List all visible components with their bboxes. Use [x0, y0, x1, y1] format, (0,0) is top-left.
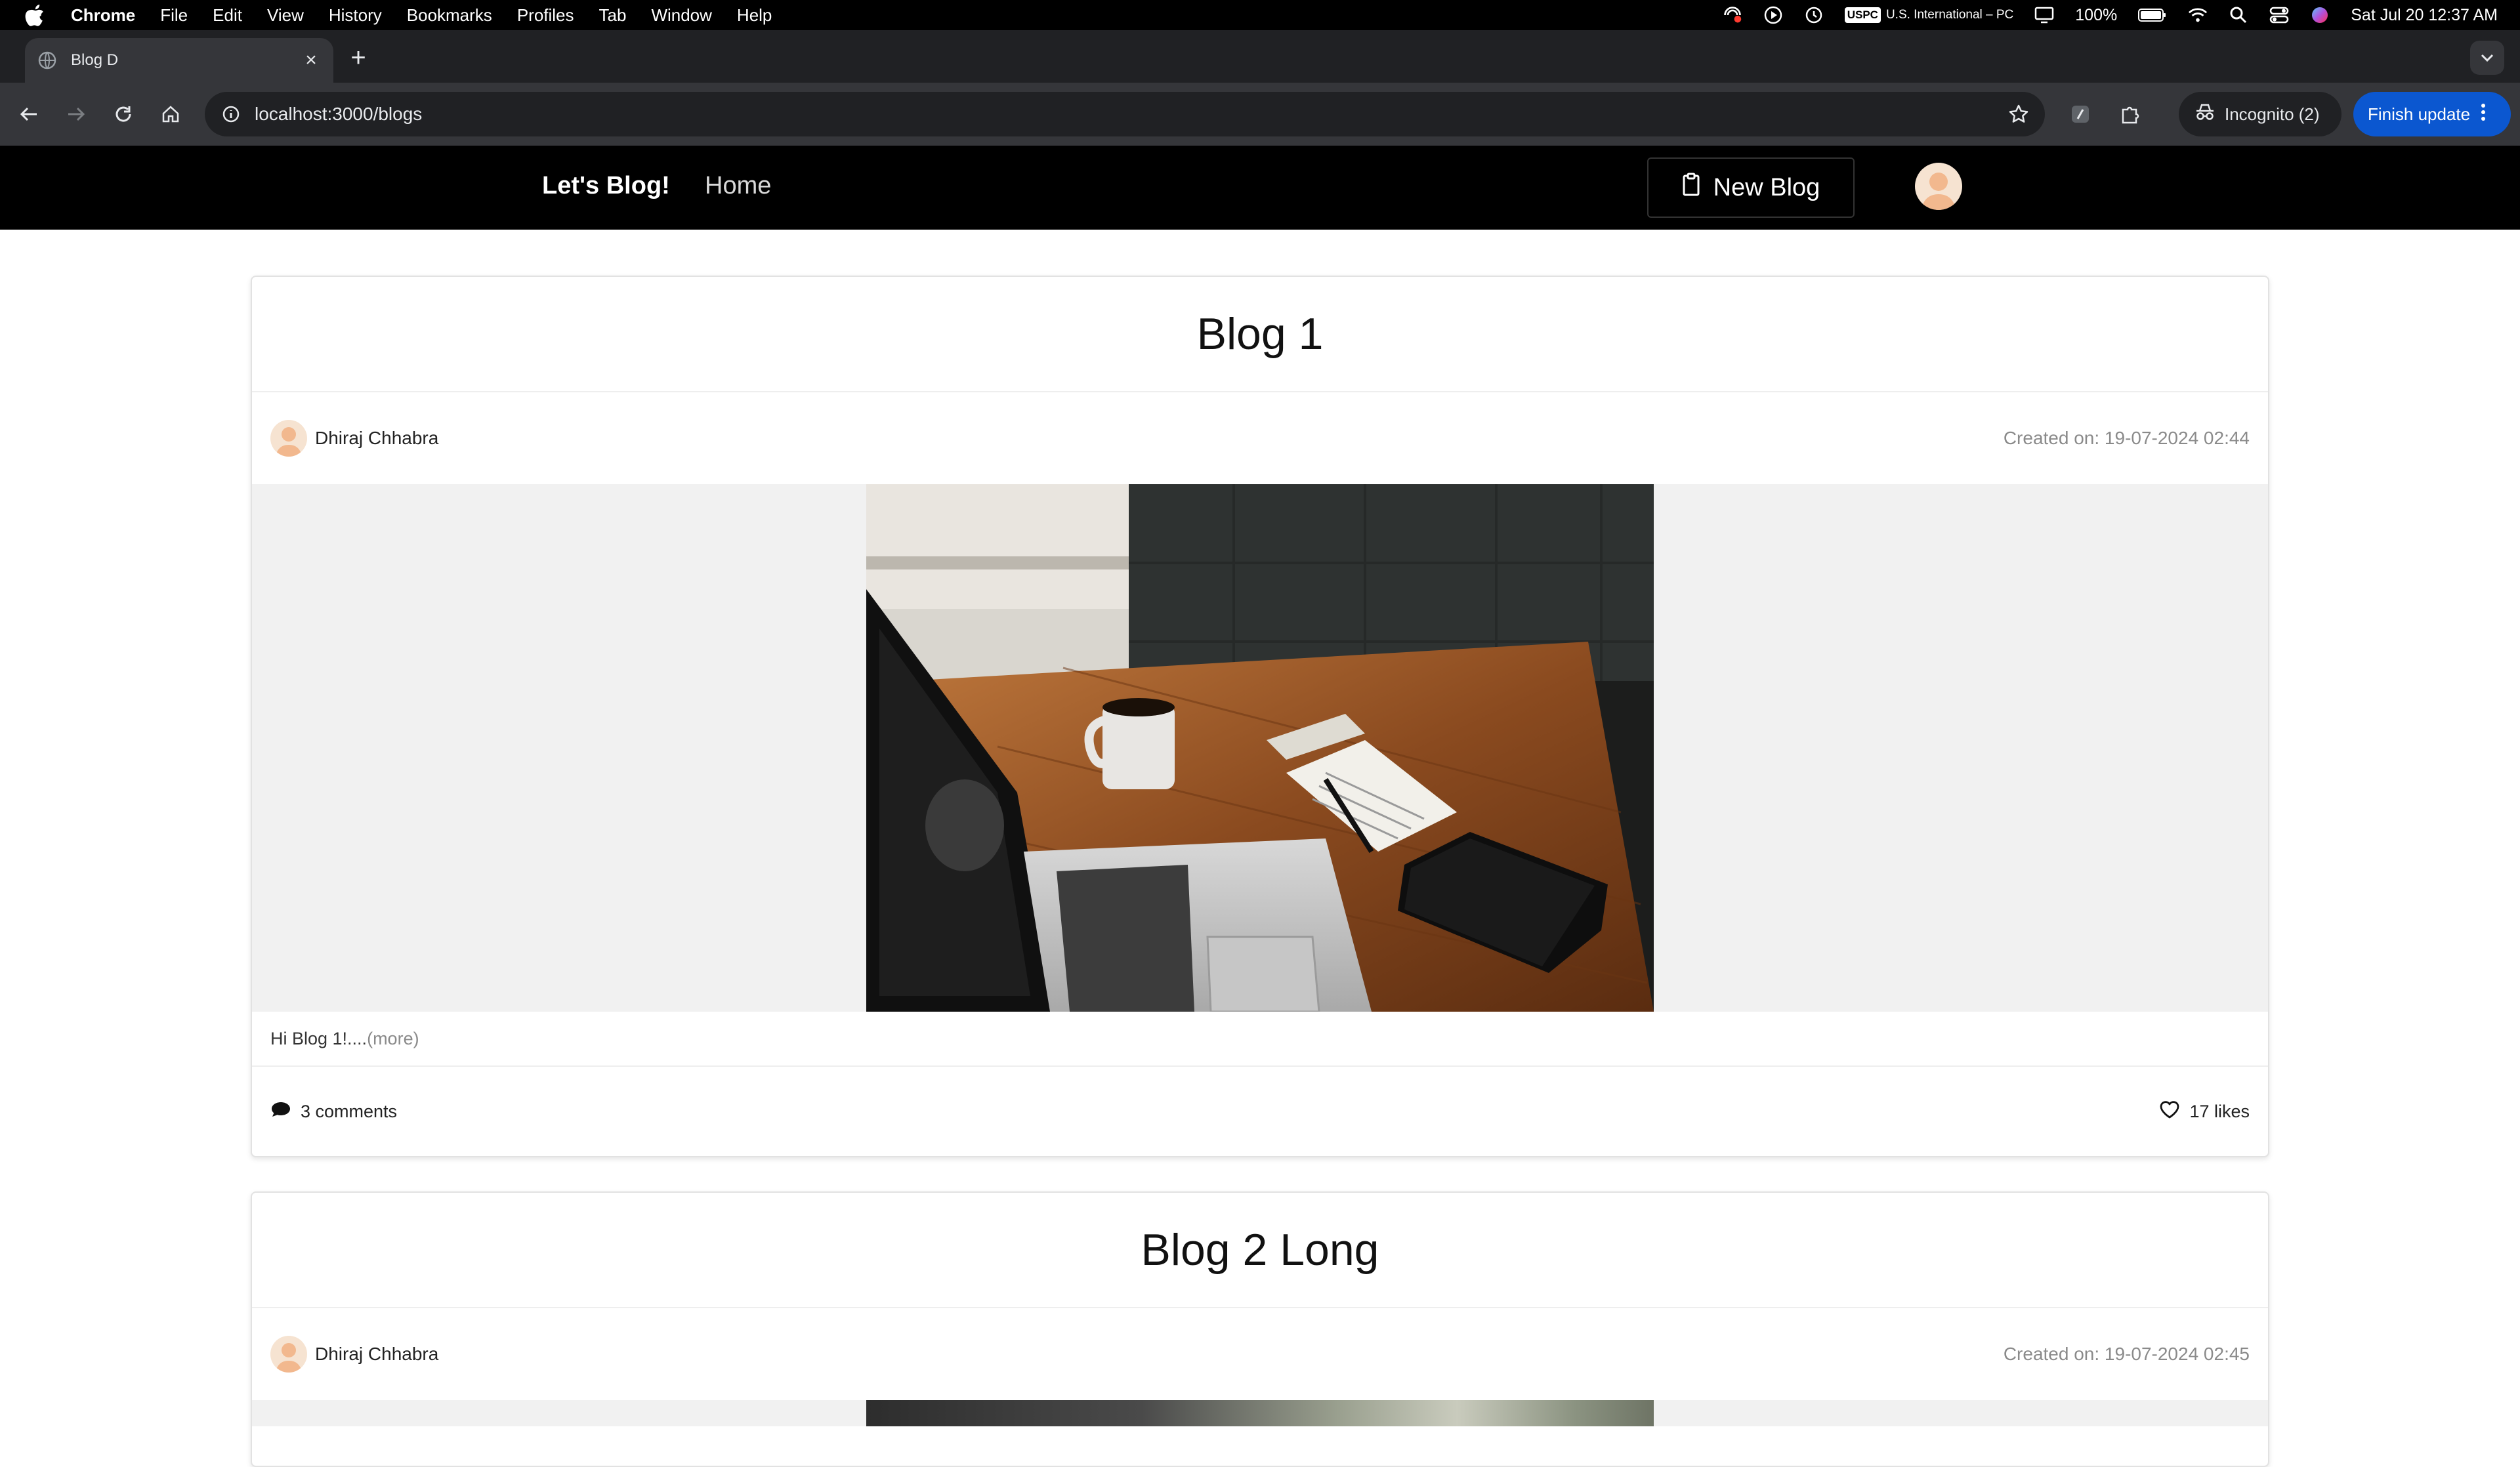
blog-title[interactable]: Blog 1 — [252, 277, 2268, 392]
new-tab-plus-icon[interactable]: + — [344, 43, 373, 72]
home-nav-link[interactable]: Home — [705, 172, 771, 200]
incognito-icon — [2194, 103, 2216, 126]
comments-count: 3 comments — [301, 1101, 398, 1121]
excerpt-text: Hi Blog 1!.... — [270, 1028, 368, 1048]
extension-pen-icon[interactable] — [2065, 98, 2096, 130]
tab-blog-d[interactable]: Blog D × — [25, 38, 333, 83]
blog-meta: Dhiraj Chhabra Created on: 19-07-2024 02… — [252, 392, 2268, 484]
heart-outline-icon — [2159, 1100, 2180, 1124]
menu-app-chrome[interactable]: Chrome — [71, 5, 135, 26]
siri-icon[interactable] — [2310, 5, 2330, 25]
time-machine-icon[interactable] — [1804, 5, 1824, 25]
app-navbar: Let's Blog! Home New Blog — [0, 146, 2520, 230]
finish-update-label: Finish update — [2368, 104, 2471, 124]
author-avatar — [270, 1336, 307, 1373]
blog-footer: 3 comments 17 likes — [252, 1067, 2268, 1156]
blog-cover-photo — [866, 1400, 1654, 1426]
forward-arrow-icon[interactable] — [58, 96, 94, 133]
more-vertical-icon — [2481, 103, 2486, 126]
created-date: Created on: 19-07-2024 02:45 — [2003, 1344, 2250, 1364]
user-avatar[interactable] — [1915, 163, 1962, 210]
menu-file[interactable]: File — [160, 5, 188, 26]
blog-meta: Dhiraj Chhabra Created on: 19-07-2024 02… — [252, 1308, 2268, 1400]
menu-view[interactable]: View — [267, 5, 304, 26]
control-center-icon[interactable] — [2269, 5, 2289, 25]
menu-help[interactable]: Help — [737, 5, 772, 26]
menu-bookmarks[interactable]: Bookmarks — [407, 5, 492, 26]
extensions-puzzle-icon[interactable] — [2114, 98, 2146, 130]
tab-close-icon[interactable]: × — [298, 47, 324, 73]
menu-history[interactable]: History — [329, 5, 382, 26]
blog-author[interactable]: Dhiraj Chhabra — [270, 1336, 438, 1373]
blog-image-area — [252, 1400, 2268, 1426]
comment-bubble-icon — [270, 1100, 291, 1123]
clipboard-icon — [1682, 173, 1700, 203]
created-date: Created on: 19-07-2024 02:44 — [2003, 428, 2250, 448]
battery-icon[interactable] — [2138, 5, 2167, 25]
status-area: USPC U.S. International – PC 100% Sat Ju… — [1723, 0, 2498, 30]
author-avatar — [270, 420, 307, 457]
home-icon[interactable] — [152, 96, 189, 133]
macos-menubar: Chrome File Edit View History Bookmarks … — [0, 0, 2520, 30]
url-text: localhost:3000/blogs — [255, 104, 423, 124]
site-info-icon[interactable] — [218, 101, 244, 127]
finish-update-button[interactable]: Finish update — [2353, 92, 2511, 136]
blog-excerpt: Hi Blog 1!.... (more) — [252, 1012, 2268, 1067]
tab-search-chevron-down-icon[interactable] — [2470, 41, 2504, 75]
reload-icon[interactable] — [105, 96, 142, 133]
tab-title: Blog D — [71, 51, 119, 69]
screen-share-icon[interactable] — [1723, 5, 1742, 25]
keyboard-label: U.S. International – PC — [1885, 8, 2014, 22]
blog-image-area — [252, 484, 2268, 1012]
blog-card[interactable]: Blog 2 Long Dhiraj Chhabra Created on: 1… — [251, 1191, 2269, 1467]
menu-edit[interactable]: Edit — [213, 5, 242, 26]
display-icon[interactable] — [2034, 5, 2054, 25]
likes-count: 17 likes — [2189, 1101, 2250, 1121]
brand-link[interactable]: Let's Blog! — [542, 172, 670, 200]
comments-button[interactable]: 3 comments — [270, 1100, 397, 1123]
menu-tab[interactable]: Tab — [599, 5, 627, 26]
wifi-icon[interactable] — [2188, 5, 2208, 25]
blog-author[interactable]: Dhiraj Chhabra — [270, 420, 438, 457]
blog-card[interactable]: Blog 1 Dhiraj Chhabra Created on: 19-07-… — [251, 276, 2269, 1157]
like-button[interactable]: 17 likes — [2159, 1100, 2250, 1124]
new-blog-button[interactable]: New Blog — [1647, 157, 1855, 218]
new-blog-label: New Blog — [1713, 173, 1820, 201]
keyboard-badge: USPC — [1844, 7, 1881, 23]
bookmark-star-icon[interactable] — [2006, 101, 2032, 127]
play-icon[interactable] — [1763, 5, 1783, 25]
keyboard-input-source[interactable]: USPC U.S. International – PC — [1844, 7, 2014, 23]
globe-icon — [38, 51, 58, 70]
incognito-indicator[interactable]: Incognito (2) — [2179, 92, 2342, 136]
blog-title[interactable]: Blog 2 Long — [252, 1193, 2268, 1308]
incognito-label: Incognito (2) — [2225, 104, 2320, 124]
battery-percent: 100% — [2075, 5, 2118, 24]
menu-profiles[interactable]: Profiles — [517, 5, 574, 26]
browser-toolbar: localhost:3000/blogs Incognito (2) Finis… — [0, 83, 2520, 146]
author-name: Dhiraj Chhabra — [315, 1344, 439, 1364]
apple-logo-icon[interactable] — [25, 4, 51, 26]
address-bar[interactable]: localhost:3000/blogs — [205, 92, 2045, 136]
menu-window[interactable]: Window — [651, 5, 711, 26]
tab-strip: Blog D × + — [0, 30, 2520, 83]
back-arrow-icon[interactable] — [10, 96, 47, 133]
clock[interactable]: Sat Jul 20 12:37 AM — [2351, 6, 2498, 25]
author-name: Dhiraj Chhabra — [315, 428, 439, 448]
spotlight-search-icon[interactable] — [2229, 5, 2248, 25]
blog-cover-photo — [866, 484, 1654, 1012]
read-more-link[interactable]: (more) — [367, 1029, 419, 1049]
